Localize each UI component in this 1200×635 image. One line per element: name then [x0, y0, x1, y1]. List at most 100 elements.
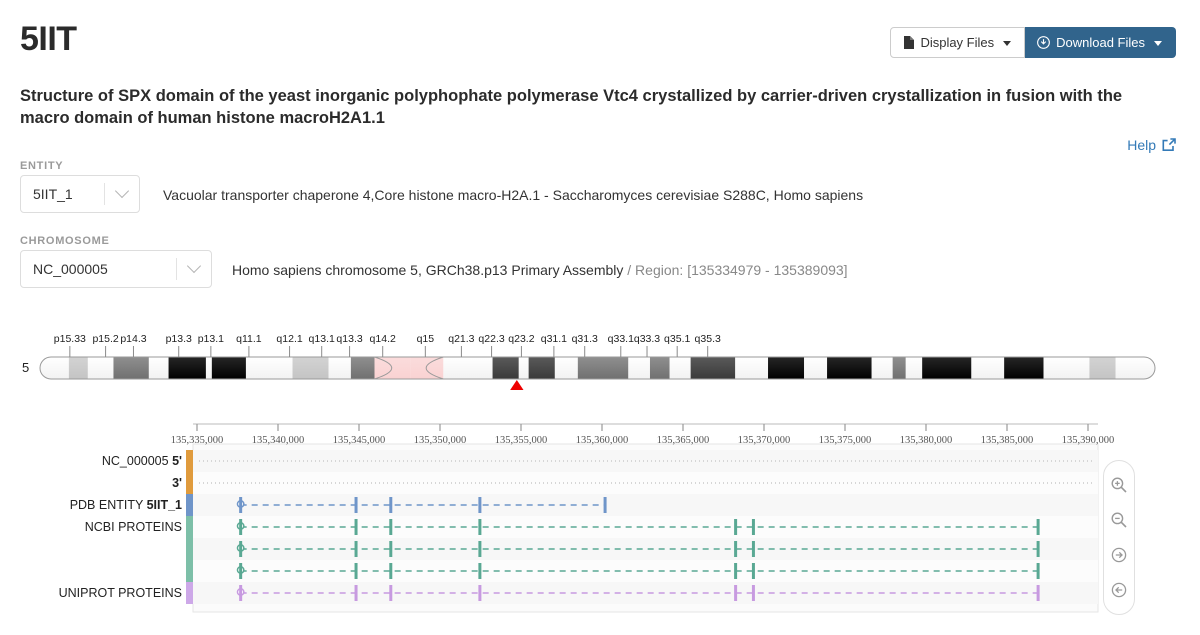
track-label-emphasis: 3' [172, 476, 182, 490]
zoom-out-button[interactable] [1107, 508, 1131, 532]
chromosome-ideogram[interactable]: p15.33 p15.2p14.3 p13.3 p13.1 q11.1 q12.1 q13.… [20, 330, 1180, 390]
ideogram-band-label: p13.1 [198, 333, 224, 345]
feature-exon[interactable] [1037, 541, 1040, 557]
help-label: Help [1127, 137, 1156, 153]
feature-exon[interactable] [752, 541, 755, 557]
feature-exon[interactable] [389, 563, 392, 579]
feature-exon[interactable] [239, 563, 242, 579]
ideogram-band-label: q13.1 [309, 333, 335, 345]
feature-exon[interactable] [355, 497, 358, 513]
ideogram-band-label: q21.3 [448, 333, 474, 345]
display-files-button[interactable]: Display Files [890, 27, 1025, 58]
chevron-down-icon [1003, 41, 1011, 46]
ideogram-band-label: q23.2 [508, 333, 534, 345]
feature-exon[interactable] [478, 563, 481, 579]
feature-exon[interactable] [1037, 519, 1040, 535]
ideogram-band-label: q35.1 [664, 333, 690, 345]
track-label: NCBI PROTEINS [85, 520, 182, 534]
track-label: 3' [172, 476, 182, 490]
chevron-down-icon [1154, 41, 1162, 46]
feature-exon[interactable] [239, 541, 242, 557]
chromosome-select[interactable]: NC_000005 [20, 250, 212, 288]
file-actions-toolbar: Display Files Download Files [890, 27, 1176, 58]
help-link[interactable]: Help [1127, 137, 1176, 153]
feature-exon[interactable] [389, 497, 392, 513]
feature-exon[interactable] [734, 541, 737, 557]
ruler-tick-label: 135,350,000 [414, 435, 467, 446]
download-files-button[interactable]: Download Files [1025, 27, 1176, 58]
entity-select[interactable]: 5IIT_1 [20, 175, 140, 213]
chevron-down-icon [105, 189, 139, 199]
track-label: UNIPROT PROTEINS [59, 586, 182, 600]
feature-exon[interactable] [752, 519, 755, 535]
ideogram-band-label: q11.1 [236, 333, 262, 345]
ideogram-band-label: q31.1 [541, 333, 567, 345]
chromosome-region: / Region: [135334979 - 135389093] [623, 262, 847, 278]
ruler-tick-label: 135,370,000 [738, 435, 791, 446]
ruler-tick-label: 135,365,000 [657, 435, 710, 446]
chromosome-description-main: Homo sapiens chromosome 5, GRCh38.p13 Pr… [232, 262, 623, 278]
feature-exon[interactable] [752, 563, 755, 579]
track-color-bar [186, 450, 193, 472]
feature-exon[interactable] [239, 519, 242, 535]
feature-exon[interactable] [239, 585, 242, 601]
track-color-bar [186, 560, 193, 582]
ruler-tick-label: 135,335,000 [171, 435, 224, 446]
ideogram-band-label: q33.3 [634, 333, 660, 345]
pan-left-button[interactable] [1107, 578, 1131, 602]
ideogram-band-label: p14.3 [120, 333, 146, 345]
ruler-tick-label: 135,340,000 [252, 435, 305, 446]
feature-exon[interactable] [1037, 585, 1040, 601]
track-color-bar [186, 494, 193, 516]
ruler-tick-label: 135,355,000 [495, 435, 548, 446]
download-icon [1037, 36, 1050, 49]
ruler-tick-label: 135,360,000 [576, 435, 629, 446]
entity-select-value: 5IIT_1 [21, 186, 104, 202]
external-link-icon [1162, 138, 1176, 152]
feature-exon[interactable] [355, 519, 358, 535]
feature-exon[interactable] [239, 497, 242, 513]
zoom-in-button[interactable] [1107, 473, 1131, 497]
page-title: 5IIT [20, 22, 77, 56]
feature-exon[interactable] [734, 563, 737, 579]
ideogram-band-label: q22.3 [478, 333, 504, 345]
feature-exon[interactable] [604, 497, 607, 513]
feature-exon[interactable] [355, 541, 358, 557]
feature-exon[interactable] [478, 541, 481, 557]
feature-exon[interactable] [389, 519, 392, 535]
feature-exon[interactable] [389, 585, 392, 601]
feature-exon[interactable] [734, 585, 737, 601]
feature-exon[interactable] [389, 541, 392, 557]
page-root: 5IIT Display Files Download Files Struct… [0, 0, 1200, 635]
track-label-text: NCBI PROTEINS [85, 520, 182, 534]
track-label-text: NC_000005 [102, 454, 172, 468]
ideogram-band-label: q12.1 [276, 333, 302, 345]
track-label: NC_000005 5' [102, 454, 182, 468]
entity-label: ENTITY [20, 160, 63, 172]
chromosome-select-value: NC_000005 [21, 261, 176, 277]
ruler-tick-label: 135,375,000 [819, 435, 872, 446]
genome-browser-tracks[interactable]: 135,335,000 135,340,000 135,345,000 135,350… [0, 415, 1200, 615]
feature-exon[interactable] [734, 519, 737, 535]
feature-exon[interactable] [355, 585, 358, 601]
track-label-text: UNIPROT PROTEINS [59, 586, 182, 600]
track-color-bar [186, 516, 193, 538]
feature-exon[interactable] [478, 497, 481, 513]
ideogram-band-label: p13.3 [166, 333, 192, 345]
pan-right-button[interactable] [1107, 543, 1131, 567]
feature-exon[interactable] [355, 563, 358, 579]
feature-exon[interactable] [478, 519, 481, 535]
ideogram-band-label: p15.2 [92, 333, 118, 345]
ruler-tick-label: 135,345,000 [333, 435, 386, 446]
entity-description: Vacuolar transporter chaperone 4,Core hi… [163, 187, 863, 203]
ideogram-band-label: q33.1 [608, 333, 634, 345]
track-color-bar [186, 538, 193, 560]
ruler-tick-label: 135,385,000 [981, 435, 1034, 446]
ideogram-band-label: p15.33 [54, 333, 86, 345]
feature-exon[interactable] [478, 585, 481, 601]
track-color-bar [186, 472, 193, 494]
feature-exon[interactable] [1037, 563, 1040, 579]
ideogram-band-label: q13.3 [336, 333, 362, 345]
track-label-emphasis: 5IIT_1 [147, 498, 182, 512]
feature-exon[interactable] [752, 585, 755, 601]
